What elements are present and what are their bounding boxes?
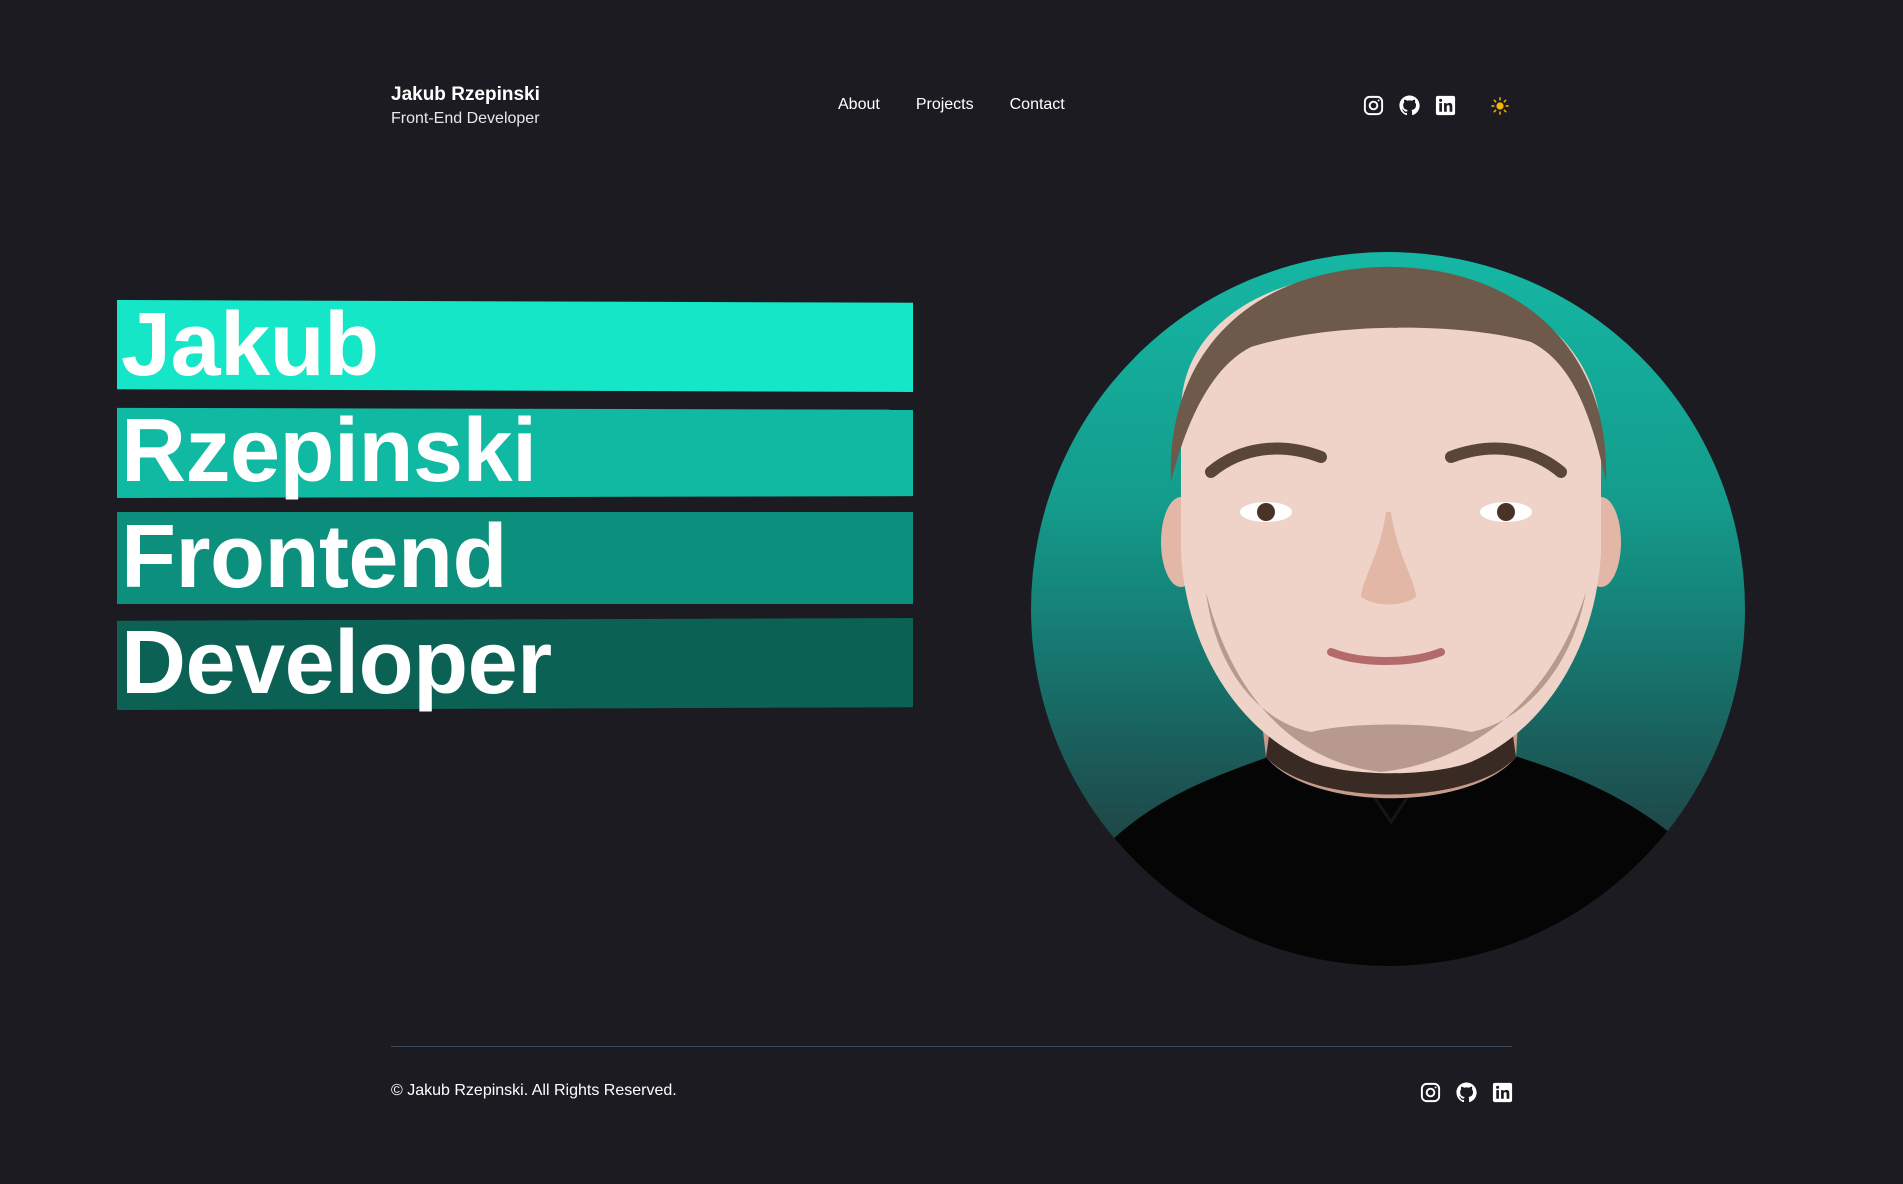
main-nav: About Projects Contact <box>838 96 1065 114</box>
nav-contact-link[interactable]: Contact <box>1010 96 1065 114</box>
header-linkedin-link[interactable] <box>1434 94 1457 117</box>
hero-line-last-name: Rzepinski <box>117 401 913 510</box>
hero-line-role-1: Frontend <box>117 507 913 616</box>
copyright-text: © Jakub Rzepinski. All Rights Reserved. <box>391 1082 677 1099</box>
footer-linkedin-link[interactable] <box>1491 1081 1514 1104</box>
hero-first-name: Jakub <box>121 295 379 395</box>
instagram-icon <box>1363 95 1384 116</box>
header-instagram-link[interactable] <box>1362 94 1385 117</box>
github-icon <box>1456 1082 1477 1103</box>
hero-role-developer: Developer <box>121 613 552 713</box>
hero-line-role-2: Developer <box>117 613 913 722</box>
github-icon <box>1399 95 1420 116</box>
header-github-link[interactable] <box>1398 94 1421 117</box>
portrait-photo <box>1031 252 1745 966</box>
header-social-links <box>1362 94 1510 117</box>
footer-social-links <box>1419 1081 1514 1104</box>
portrait-illustration <box>1031 266 1745 966</box>
brand[interactable]: Jakub Rzepinski Front-End Developer <box>391 82 540 130</box>
linkedin-icon <box>1435 95 1456 116</box>
footer-instagram-link[interactable] <box>1419 1081 1442 1104</box>
footer-divider <box>391 1046 1512 1047</box>
linkedin-icon <box>1492 1082 1513 1103</box>
hero-title: Jakub Rzepinski Frontend Developer <box>117 295 913 722</box>
instagram-icon <box>1420 1082 1441 1103</box>
nav-about-link[interactable]: About <box>838 96 880 114</box>
nav-projects-link[interactable]: Projects <box>916 96 974 114</box>
brand-role: Front-End Developer <box>391 110 540 127</box>
hero-last-name: Rzepinski <box>121 401 537 501</box>
hero-role-frontend: Frontend <box>121 507 507 607</box>
theme-toggle-button[interactable] <box>1490 96 1510 116</box>
sun-icon <box>1491 96 1509 115</box>
hero-line-first-name: Jakub <box>117 295 913 404</box>
brand-name: Jakub Rzepinski <box>391 84 540 105</box>
footer-github-link[interactable] <box>1455 1081 1478 1104</box>
portfolio-page: Jakub Rzepinski Front-End Developer Abou… <box>0 0 1903 1184</box>
